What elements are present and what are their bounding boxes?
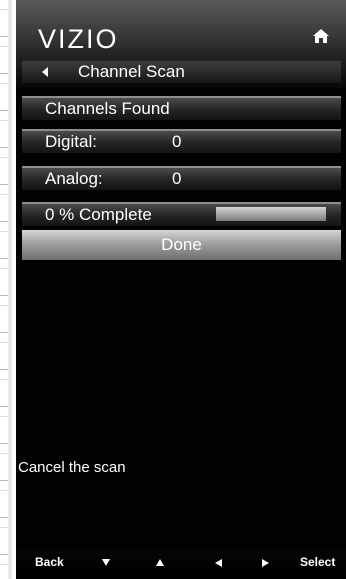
digital-count: 0 — [172, 132, 182, 151]
brand-logo: VIZIO — [38, 24, 119, 54]
digital-label: Digital: — [45, 132, 97, 151]
left-arrow-icon[interactable] — [215, 559, 222, 567]
select-softkey[interactable]: Select — [300, 555, 335, 569]
channels-found-label: Channels Found — [45, 99, 170, 118]
right-arrow-icon[interactable] — [262, 559, 269, 567]
done-button[interactable]: Done — [22, 230, 341, 260]
up-arrow-icon[interactable] — [156, 559, 164, 566]
back-arrow-icon[interactable] — [42, 67, 48, 77]
progress-text: 0 % Complete — [45, 205, 152, 224]
progress-bar — [216, 207, 326, 221]
back-softkey[interactable]: Back — [35, 555, 64, 569]
softkey-bar: Back Select — [16, 549, 346, 579]
analog-row: Analog: 0 — [22, 166, 341, 190]
channels-found-row: Channels Found — [22, 96, 341, 120]
help-text: Cancel the scan — [18, 459, 126, 476]
tv-menu-screen: VIZIO Channel Scan Channels Found Digita… — [16, 0, 346, 579]
page-margin-strip — [0, 0, 12, 579]
page-title: Channel Scan — [78, 62, 185, 81]
digital-row: Digital: 0 — [22, 129, 341, 153]
analog-label: Analog: — [45, 169, 103, 188]
analog-count: 0 — [172, 169, 182, 188]
home-icon[interactable] — [312, 28, 330, 44]
channel-scan-title-row: Channel Scan — [22, 61, 341, 83]
progress-row: 0 % Complete — [22, 202, 341, 226]
down-arrow-icon[interactable] — [102, 559, 110, 566]
